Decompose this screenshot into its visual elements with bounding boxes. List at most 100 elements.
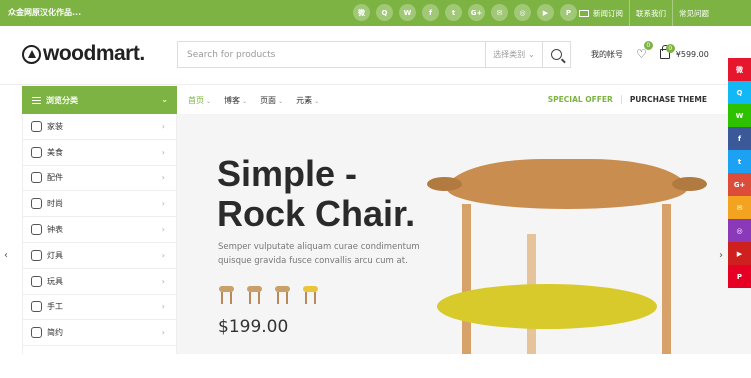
instagram-icon[interactable]: ◎ <box>514 4 531 21</box>
newsletter-link[interactable]: 新闻订阅 <box>579 0 629 26</box>
menu-icon <box>32 96 41 104</box>
category-icon <box>31 301 42 313</box>
weibo-icon[interactable]: 微 <box>353 4 370 21</box>
search-bar: 选择类别⌄ <box>177 41 571 68</box>
faq-link[interactable]: 常见问题 <box>672 0 715 26</box>
google-plus-icon[interactable]: G+ <box>468 4 485 21</box>
purchase-theme-link[interactable]: PURCHASE THEME <box>620 95 707 104</box>
wechat-icon[interactable]: W <box>728 104 751 127</box>
category-icon <box>31 198 42 210</box>
header: woodmart. 选择类别⌄ 我的帐号 ♡0 0 ¥599.00 <box>0 26 751 85</box>
caret-icon: ⌄ <box>206 97 212 105</box>
qq-icon[interactable]: Q <box>376 4 393 21</box>
logo[interactable]: woodmart. <box>22 42 145 66</box>
sidebar-category-label: 家装 <box>47 121 63 131</box>
chevron-down-icon: ⌄ <box>161 95 168 104</box>
cart-button[interactable]: 0 <box>659 44 675 59</box>
mail-icon <box>579 9 589 17</box>
chevron-right-icon: › <box>161 173 165 183</box>
sidebar-category-label: 灯具 <box>47 250 63 260</box>
facebook-icon[interactable]: f <box>422 4 439 21</box>
search-input[interactable] <box>178 42 485 67</box>
hero-price: $199.00 <box>218 317 289 337</box>
chevron-right-icon: › <box>161 276 165 286</box>
nav-home[interactable]: 首页 ⌄ <box>188 95 211 106</box>
chevron-right-icon: › <box>161 147 165 157</box>
sidebar-category-label: 玩具 <box>47 276 63 286</box>
main-nav: 首页 ⌄ 博客 ⌄ 页面 ⌄ 元素 ⌄ SPECIAL OFFER PURCHASE T… <box>188 86 721 114</box>
hero-title: Simple - Rock Chair. <box>217 153 416 234</box>
category-icon <box>31 146 42 158</box>
wechat-icon[interactable]: W <box>399 4 416 21</box>
email-icon[interactable]: ✉ <box>491 4 508 21</box>
qq-icon[interactable]: Q <box>728 81 751 104</box>
search-icon <box>551 49 562 60</box>
caret-icon: ⌄ <box>314 97 320 105</box>
chevron-down-icon: ⌄ <box>528 50 535 59</box>
google-plus-icon[interactable]: G+ <box>728 173 751 196</box>
logo-text: woodmart. <box>43 42 145 65</box>
contact-link[interactable]: 联系我们 <box>629 0 672 26</box>
twitter-icon[interactable]: t <box>728 150 751 173</box>
chevron-right-icon: › <box>161 121 165 131</box>
weibo-icon[interactable]: 微 <box>728 58 751 81</box>
chair-variant-thumb[interactable] <box>218 282 235 304</box>
twitter-icon[interactable]: t <box>445 4 462 21</box>
chair-variant-thumb[interactable] <box>246 282 263 304</box>
sidebar-category-item[interactable]: 钟表 › <box>23 217 176 243</box>
sidebar-category-label: 钟表 <box>47 225 63 235</box>
sidebar-category-label: 时尚 <box>47 199 63 209</box>
slider-prev-arrow[interactable]: ‹ <box>4 250 8 261</box>
nav-pages[interactable]: 页面 ⌄ <box>260 95 283 106</box>
category-icon <box>31 275 42 287</box>
cart-count: 0 <box>665 44 675 53</box>
caret-icon: ⌄ <box>278 97 284 105</box>
browse-categories-toggle[interactable]: 浏览分类 ⌄ <box>22 86 177 114</box>
sidebar-category-label: 手工 <box>47 302 63 312</box>
header-actions: 我的帐号 ♡ 0 0 ¥599.00 <box>591 41 709 61</box>
chevron-right-icon: › <box>161 225 165 235</box>
tree-icon <box>22 44 41 64</box>
facebook-icon[interactable]: f <box>728 127 751 150</box>
chevron-right-icon: › <box>161 302 165 312</box>
special-offer-link[interactable]: SPECIAL OFFER <box>548 95 621 104</box>
instagram-icon[interactable]: ◎ <box>728 219 751 242</box>
caret-icon: ⌄ <box>242 97 248 105</box>
account-link[interactable]: 我的帐号 <box>591 49 623 60</box>
youtube-icon[interactable]: ▶ <box>537 4 554 21</box>
sidebar-category-item[interactable]: 美食 › <box>23 140 176 166</box>
social-links: 微 Q Wf t G+ ✉ ◎ ▶ P <box>353 4 577 21</box>
top-links: 新闻订阅 联系我们 常见问题 <box>579 0 715 26</box>
category-select[interactable]: 选择类别 ⌄ <box>485 42 542 67</box>
sidebar-category-item[interactable]: 配件 › <box>23 166 176 192</box>
nav-blog[interactable]: 博客 ⌄ <box>224 95 247 106</box>
search-button[interactable] <box>542 42 570 67</box>
chair-variant-thumb[interactable] <box>302 282 319 304</box>
sidebar-category-item[interactable]: 时尚 › <box>23 191 176 218</box>
slider-next-arrow[interactable]: › <box>719 250 723 261</box>
chevron-right-icon: › <box>161 199 165 209</box>
youtube-icon[interactable]: ▶ <box>728 242 751 265</box>
chair-variant-thumb[interactable] <box>274 282 291 304</box>
sidebar-category-item[interactable]: 简约 › <box>23 320 176 347</box>
category-icon <box>31 224 42 236</box>
pinterest-icon[interactable]: P <box>728 265 751 288</box>
sidebar-category-item[interactable]: 手工 › <box>23 295 176 321</box>
sidebar-category-item[interactable]: 家装 › <box>23 114 176 140</box>
pinterest-icon[interactable]: P <box>560 4 577 21</box>
category-icon <box>31 249 42 261</box>
email-icon[interactable]: ✉ <box>728 196 751 219</box>
cart-total[interactable]: ¥599.00 <box>676 50 709 59</box>
sidebar-category-item[interactable]: 灯具 › <box>23 243 176 269</box>
category-icon <box>31 327 42 339</box>
sidebar-category-label: 简约 <box>47 328 63 338</box>
sidebar-category-label: 美食 <box>47 147 63 157</box>
category-icon <box>31 172 42 184</box>
nav-elements[interactable]: 元素 ⌄ <box>296 95 319 106</box>
sidebar-category-label: 配件 <box>47 173 63 183</box>
hero-slider: Simple - Rock Chair. Semper vulputate ali… <box>177 114 751 354</box>
sidebar-category-item[interactable]: 玩具 › <box>23 269 176 295</box>
category-icon <box>31 120 42 132</box>
hero-description: Semper vulputate aliquam curae condiment… <box>218 242 420 266</box>
wishlist-button[interactable]: ♡ 0 <box>636 41 653 61</box>
